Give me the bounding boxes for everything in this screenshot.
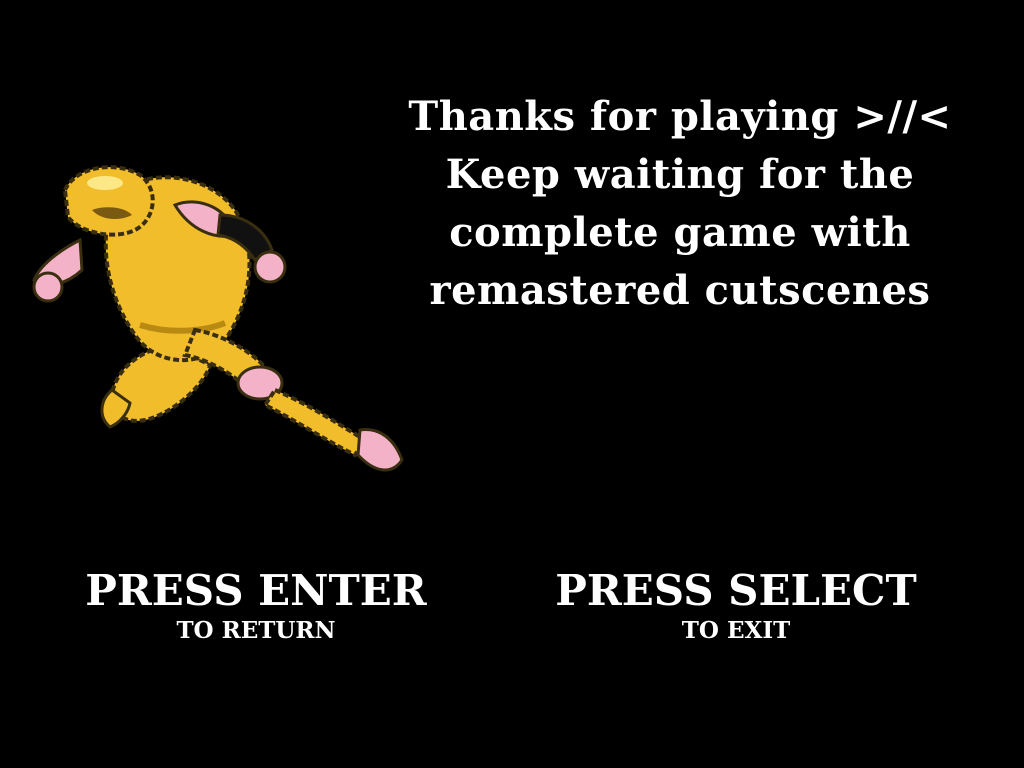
thanks-line-2: Keep waiting for the bbox=[445, 151, 915, 198]
press-select-label: PRESS SELECT bbox=[555, 566, 917, 615]
press-enter-label: PRESS ENTER bbox=[85, 566, 427, 615]
thanks-line-3: complete game with bbox=[449, 209, 911, 256]
press-enter-prompt[interactable]: PRESS ENTER TO RETURN bbox=[56, 566, 456, 646]
hero-shin bbox=[262, 387, 368, 458]
hero-front-fist bbox=[253, 250, 287, 284]
hero-helmet-shine bbox=[87, 176, 123, 190]
hero-back-fist bbox=[32, 271, 64, 303]
hero-boot bbox=[356, 428, 404, 472]
to-exit-label: TO EXIT bbox=[681, 617, 791, 644]
running-hero-sprite bbox=[32, 165, 404, 472]
thanks-line-4: remastered cutscenes bbox=[429, 267, 931, 314]
press-select-prompt[interactable]: PRESS SELECT TO EXIT bbox=[536, 566, 936, 646]
to-return-label: TO RETURN bbox=[176, 617, 336, 644]
thanks-message: Thanks for playing >//< Keep waiting for… bbox=[370, 88, 990, 320]
end-screen: Thanks for playing >//< Keep waiting for… bbox=[0, 0, 1024, 768]
thanks-line-1: Thanks for playing >//< bbox=[408, 93, 952, 140]
